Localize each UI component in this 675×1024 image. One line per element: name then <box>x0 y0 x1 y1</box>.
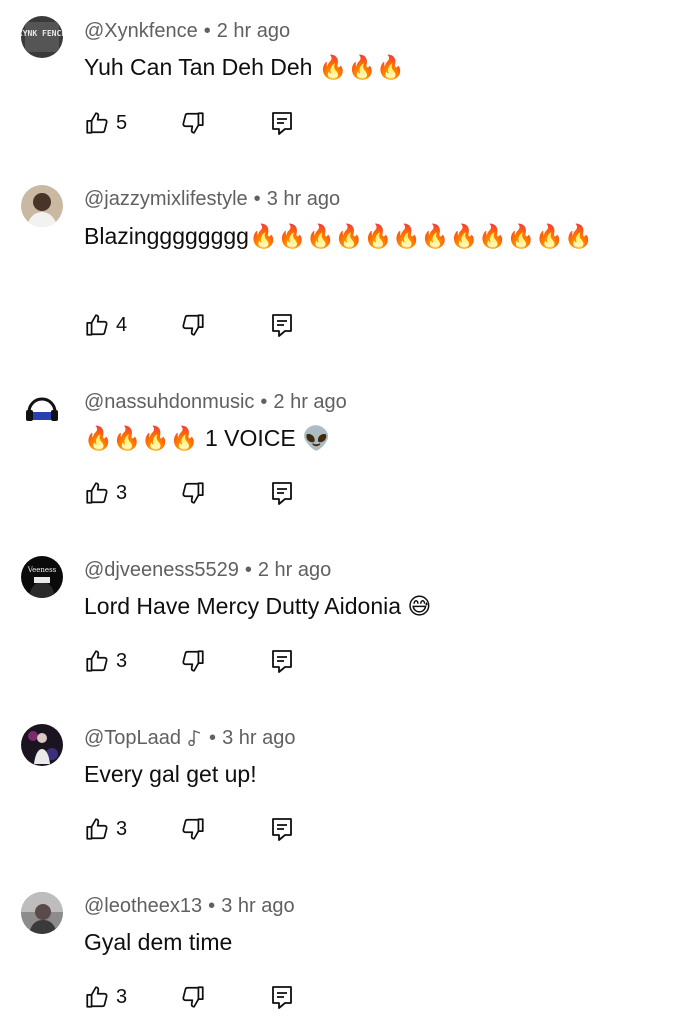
like-button[interactable]: 3 <box>84 646 127 676</box>
thumbs-up-icon <box>84 648 110 674</box>
comment-text: Lord Have Mercy Dutty Aidonia 😅 <box>84 593 432 619</box>
thumbs-up-icon <box>84 480 110 506</box>
dislike-button[interactable] <box>180 108 206 138</box>
meta-separator: • <box>244 559 252 581</box>
like-count: 3 <box>116 985 128 1008</box>
author-handle[interactable]: @djveeness5529 <box>84 559 239 581</box>
meta-separator: • <box>208 895 216 917</box>
reply-comment-icon <box>270 984 294 1010</box>
comment-text: Gyal dem time <box>84 929 233 955</box>
author-handle[interactable]: @Xynkfence <box>84 20 198 42</box>
thumbs-up-icon <box>84 816 110 842</box>
comment-meta: @jazzymixlifestyle • 3 hr ago <box>84 186 340 212</box>
like-count: 3 <box>116 817 128 840</box>
comment-text: Blazingggggggg🔥🔥🔥🔥🔥🔥🔥🔥🔥🔥🔥🔥 <box>84 223 593 249</box>
like-button[interactable]: 3 <box>84 478 127 508</box>
reply-comment-icon <box>270 816 294 842</box>
meta-separator: • <box>260 391 268 413</box>
dislike-button[interactable] <box>180 814 206 844</box>
like-count: 4 <box>116 313 128 336</box>
thumbs-up-icon <box>84 984 110 1010</box>
dislike-button[interactable] <box>180 478 206 508</box>
avatar[interactable] <box>21 388 63 430</box>
avatar-logo-text: Veeness <box>27 566 57 574</box>
comment-text: 🔥🔥🔥🔥 1 VOICE 👽 <box>84 425 331 451</box>
reply-comment-icon <box>270 648 294 674</box>
avatar[interactable] <box>21 185 63 227</box>
author-handle[interactable]: @TopLaad <box>84 727 181 749</box>
comment-text: Yuh Can Tan Deh Deh 🔥🔥🔥 <box>84 54 405 80</box>
music-note-icon <box>187 727 203 747</box>
comment-meta: @Xynkfence • 2 hr ago <box>84 18 290 44</box>
like-button[interactable]: 3 <box>84 814 127 844</box>
like-button[interactable]: 3 <box>84 982 127 1012</box>
comment-time: 2 hr ago <box>273 391 347 413</box>
thumbs-down-icon <box>180 312 206 338</box>
author-handle[interactable]: @jazzymixlifestyle <box>84 188 248 210</box>
reply-button[interactable] <box>270 108 294 138</box>
dislike-button[interactable] <box>180 310 206 340</box>
like-count: 5 <box>116 111 128 134</box>
dislike-button[interactable] <box>180 646 206 676</box>
avatar[interactable] <box>21 724 63 766</box>
thumbs-down-icon <box>180 816 206 842</box>
comment-time: 2 hr ago <box>216 20 291 42</box>
reply-button[interactable] <box>270 310 294 340</box>
like-button[interactable]: 5 <box>84 108 127 138</box>
author-handle[interactable]: @leotheex13 <box>84 895 202 917</box>
reply-button[interactable] <box>270 646 294 676</box>
avatar[interactable]: Veeness <box>21 556 63 598</box>
dislike-button[interactable] <box>180 982 206 1012</box>
reply-comment-icon <box>270 110 294 136</box>
reply-button[interactable] <box>270 814 294 844</box>
meta-separator: • <box>203 20 211 42</box>
comment-time: 3 hr ago <box>221 895 295 917</box>
reply-button[interactable] <box>270 478 294 508</box>
like-count: 3 <box>116 649 128 672</box>
meta-separator: • <box>253 188 261 210</box>
like-button[interactable]: 4 <box>84 310 127 340</box>
comment-meta: @TopLaad • 3 hr ago <box>84 725 295 751</box>
comment-time: 3 hr ago <box>266 188 341 210</box>
comment-meta: @leotheex13 • 3 hr ago <box>84 893 295 919</box>
thumbs-down-icon <box>180 648 206 674</box>
author-handle[interactable]: @nassuhdonmusic <box>84 391 254 413</box>
like-count: 3 <box>116 481 128 504</box>
thumbs-down-icon <box>180 984 206 1010</box>
comment-text: Every gal get up! <box>84 761 257 787</box>
thumbs-down-icon <box>180 480 206 506</box>
avatar[interactable]: XYNK FENCE <box>21 16 63 58</box>
thumbs-up-icon <box>84 312 110 338</box>
thumbs-up-icon <box>84 110 110 136</box>
reply-button[interactable] <box>270 982 294 1012</box>
thumbs-down-icon <box>180 110 206 136</box>
reply-comment-icon <box>270 480 294 506</box>
comment-time: 3 hr ago <box>222 727 296 749</box>
comment-meta: @nassuhdonmusic • 2 hr ago <box>84 389 347 415</box>
reply-comment-icon <box>270 312 294 338</box>
avatar-logo-text: XYNK FENCE <box>21 29 63 38</box>
comment-time: 2 hr ago <box>257 559 332 581</box>
comment-meta: @djveeness5529 • 2 hr ago <box>84 557 331 583</box>
avatar[interactable] <box>21 892 63 934</box>
meta-separator: • <box>209 727 217 749</box>
